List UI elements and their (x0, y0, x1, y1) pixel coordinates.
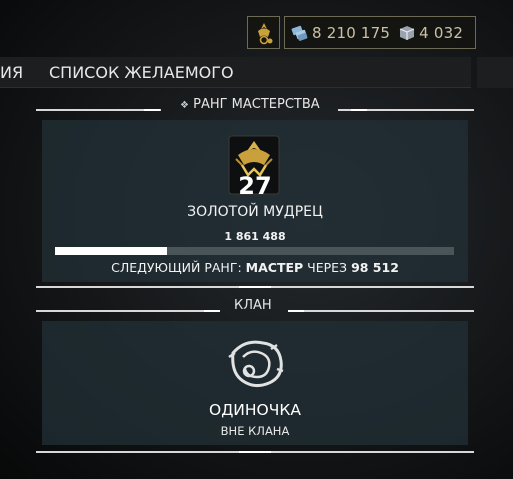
tabs-bar-right-segment (477, 57, 513, 88)
mastery-progress-bar (55, 247, 454, 255)
clan-header-line-right (288, 310, 474, 312)
tab-previous-partial[interactable]: ИЯ (0, 63, 23, 82)
profile-button[interactable] (247, 16, 280, 49)
next-rank-line: СЛЕДУЮЩИЙ РАНГ: МАСТЕР ЧЕРЕЗ 98 512 (111, 260, 399, 275)
clan-name: ОДИНОЧКА (209, 401, 301, 419)
tab-wishlist[interactable]: СПИСОК ЖЕЛАЕМОГО (49, 63, 234, 82)
mastery-rank-number: 27 (238, 172, 272, 200)
credits-icon (291, 25, 308, 41)
currency-bar: 8 210 175 4 032 (247, 16, 476, 49)
clan-header-line-left (36, 310, 220, 312)
mastery-section-title: ❖ РАНГ МАСТЕРСТВА (180, 97, 320, 112)
clan-header-tick-right (288, 310, 304, 312)
next-rank-remaining: 98 512 (351, 260, 399, 275)
frame-bottom-tick (239, 286, 271, 288)
currency-display: 8 210 175 4 032 (284, 16, 476, 49)
profile-glyph-icon (257, 22, 272, 44)
mastery-panel-bottom-frame (36, 282, 474, 296)
header-tick-right (351, 109, 367, 111)
mastery-panel: 27 ЗОЛОТОЙ МУДРЕЦ 1 861 488 СЛЕДУЮЩИЙ РА… (42, 120, 468, 282)
credits-value: 8 210 175 (312, 23, 391, 42)
mastery-rank-name: ЗОЛОТОЙ МУДРЕЦ (187, 204, 323, 220)
clan-header-tick-left (204, 310, 220, 312)
clan-panel-bottom-frame (36, 447, 474, 461)
mastery-rank-icon: ❖ (180, 100, 189, 111)
next-rank-name: МАСТЕР (245, 260, 304, 275)
header-tick-left (144, 109, 160, 111)
mastery-progress-fill (55, 247, 167, 255)
clan-status: ВНЕ КЛАНА (220, 424, 290, 438)
clan-section-header: КЛАН (36, 298, 474, 318)
clan-panel: ОДИНОЧКА ВНЕ КЛАНА (42, 321, 468, 445)
mastery-xp-value: 1 861 488 (224, 230, 286, 243)
header-line-left (36, 109, 161, 111)
credits-display: 8 210 175 (291, 24, 390, 42)
platinum-icon (399, 25, 415, 40)
platinum-display: 4 032 (398, 24, 463, 42)
mastery-section-header: ❖ РАНГ МАСТЕРСТВА (36, 97, 474, 117)
profile-tabs-bar: ИЯ СПИСОК ЖЕЛАЕМОГО (0, 57, 471, 88)
clan-section-title: КЛАН (234, 298, 272, 313)
solo-clan-emblem-icon (228, 340, 284, 388)
clan-frame-bottom-tick (239, 451, 271, 453)
platinum-value: 4 032 (419, 23, 464, 42)
